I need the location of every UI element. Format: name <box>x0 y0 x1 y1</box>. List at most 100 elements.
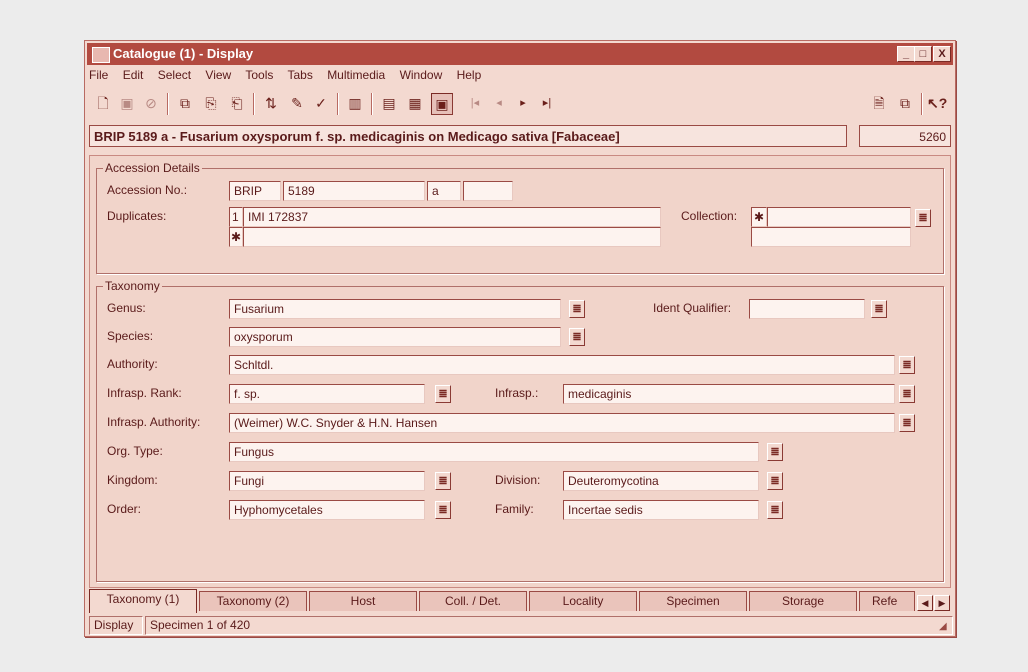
family-lookup-icon[interactable]: ≣ <box>767 501 783 519</box>
org-type-field[interactable]: Fungus <box>229 442 759 462</box>
close-button[interactable]: X <box>933 46 951 62</box>
duplicate-field-2[interactable] <box>243 227 661 247</box>
accession-legend: Accession Details <box>103 161 202 175</box>
accession-suffix-field[interactable]: a <box>427 181 461 201</box>
rank-lookup-icon[interactable]: ≣ <box>435 385 451 403</box>
menu-tabs[interactable]: Tabs <box>287 68 312 82</box>
order-field[interactable]: Hyphomycetales <box>229 500 425 520</box>
tab-scroll-left-icon[interactable]: ◀ <box>917 595 933 611</box>
infrasp-field[interactable]: medicaginis <box>563 384 895 404</box>
context-help-icon[interactable]: ↖? <box>927 93 947 113</box>
menu-select[interactable]: Select <box>158 68 191 82</box>
new-record-icon[interactable]: 🗋 <box>93 93 113 113</box>
org-type-lookup-icon[interactable]: ≣ <box>767 443 783 461</box>
copy-page-icon[interactable]: ⧉ <box>895 93 915 113</box>
accession-extra-field[interactable] <box>463 181 513 201</box>
menu-window[interactable]: Window <box>400 68 443 82</box>
accession-label: Accession No.: <box>107 183 188 197</box>
collection-lookup-icon[interactable]: ≣ <box>915 209 931 227</box>
status-position: Specimen 1 of 420 <box>145 616 953 635</box>
infrasp-lookup-icon[interactable]: ≣ <box>899 385 915 403</box>
tab-specimen[interactable]: Specimen <box>639 591 747 611</box>
authority-lookup-icon[interactable]: ≣ <box>899 356 915 374</box>
tab-taxonomy-2[interactable]: Taxonomy (2) <box>199 591 307 611</box>
edit-note-icon[interactable]: ✎ <box>287 93 307 113</box>
spellcheck-icon[interactable]: ✓ <box>311 93 331 113</box>
infrasp-rank-label: Infrasp. Rank: <box>107 386 182 400</box>
kingdom-label: Kingdom: <box>107 473 158 487</box>
menu-edit[interactable]: Edit <box>123 68 144 82</box>
tab-host[interactable]: Host <box>309 591 417 611</box>
infrasp-label: Infrasp.: <box>495 386 539 400</box>
cancel-icon[interactable]: ⊘ <box>141 93 161 113</box>
species-label: Species: <box>107 329 154 343</box>
collection-field-1[interactable] <box>767 207 911 227</box>
kingdom-lookup-icon[interactable]: ≣ <box>435 472 451 490</box>
division-lookup-icon[interactable]: ≣ <box>767 472 783 490</box>
tab-locality[interactable]: Locality <box>529 591 637 611</box>
ident-qualifier-field[interactable] <box>749 299 865 319</box>
tab-references[interactable]: Refe <box>859 591 915 611</box>
grid-view-icon[interactable]: ▦ <box>405 93 425 113</box>
page-view-icon[interactable]: ▣ <box>431 93 453 115</box>
division-field[interactable]: Deuteromycotina <box>563 471 759 491</box>
kingdom-field[interactable]: Fungi <box>229 471 425 491</box>
previous-record-icon[interactable]: ◂ <box>489 93 509 113</box>
record-header: BRIP 5189 a - Fusarium oxysporum f. sp. … <box>89 123 953 151</box>
record-count: 5260 <box>859 125 951 147</box>
genus-label: Genus: <box>107 301 146 315</box>
accession-prefix-field[interactable]: BRIP <box>229 181 281 201</box>
menu-help[interactable]: Help <box>457 68 482 82</box>
tab-taxonomy-1[interactable]: Taxonomy (1) <box>89 589 197 613</box>
menu-tools[interactable]: Tools <box>245 68 273 82</box>
menu-file[interactable]: File <box>89 68 108 82</box>
collection-new-marker: ✱ <box>751 207 767 227</box>
order-lookup-icon[interactable]: ≣ <box>435 501 451 519</box>
duplicate-new-marker: ✱ <box>229 227 243 247</box>
copy-record-icon[interactable]: ⎘ <box>201 93 221 113</box>
ident-lookup-icon[interactable]: ≣ <box>871 300 887 318</box>
first-view-icon[interactable]: ⧉ <box>175 93 195 113</box>
collection-field-2[interactable] <box>751 227 911 247</box>
sort-icon[interactable]: ⇅ <box>261 93 281 113</box>
family-label: Family: <box>495 502 534 516</box>
tab-storage[interactable]: Storage <box>749 591 857 611</box>
infrasp-authority-field[interactable]: (Weimer) W.C. Snyder & H.N. Hansen <box>229 413 895 433</box>
multimedia-icon[interactable]: ▥ <box>345 93 365 113</box>
taxonomy-group: Taxonomy Genus: Fusarium ≣ Ident Qualifi… <box>96 279 944 582</box>
species-lookup-icon[interactable]: ≣ <box>569 328 585 346</box>
last-record-icon[interactable]: ▸| <box>537 93 557 113</box>
toolbar-separator <box>253 93 255 115</box>
title-bar[interactable]: Catalogue (1) - Display _ □ X <box>87 43 953 65</box>
authority-field[interactable]: Schltdl. <box>229 355 895 375</box>
app-icon <box>92 47 110 63</box>
tab-coll-det[interactable]: Coll. / Det. <box>419 591 527 611</box>
toolbar-separator <box>371 93 373 115</box>
ident-qualifier-label: Ident Qualifier: <box>653 301 732 315</box>
genus-field[interactable]: Fusarium <box>229 299 561 319</box>
infrasp-rank-field[interactable]: f. sp. <box>229 384 425 404</box>
order-label: Order: <box>107 502 142 516</box>
menu-view[interactable]: View <box>205 68 231 82</box>
menu-multimedia[interactable]: Multimedia <box>327 68 385 82</box>
accession-number-field[interactable]: 5189 <box>283 181 425 201</box>
resize-grip-icon[interactable]: ◢ <box>939 621 951 633</box>
genus-lookup-icon[interactable]: ≣ <box>569 300 585 318</box>
species-field[interactable]: oxysporum <box>229 327 561 347</box>
duplicate-field-1[interactable]: IMI 172837 <box>243 207 661 227</box>
infrasp-authority-label: Infrasp. Authority: <box>107 415 201 429</box>
first-record-icon[interactable]: |◂ <box>465 93 485 113</box>
form-view-icon[interactable]: ▤ <box>379 93 399 113</box>
record-title: BRIP 5189 a - Fusarium oxysporum f. sp. … <box>89 125 847 147</box>
tab-scroll-right-icon[interactable]: ▶ <box>934 595 950 611</box>
family-field[interactable]: Incertae sedis <box>563 500 759 520</box>
taxonomy-legend: Taxonomy <box>103 279 162 293</box>
infrasp-authority-lookup-icon[interactable]: ≣ <box>899 414 915 432</box>
report-icon[interactable]: 🗎 <box>869 93 889 113</box>
toolbar-separator <box>921 93 923 115</box>
paste-record-icon[interactable]: ⎗ <box>227 93 247 113</box>
save-icon[interactable]: ▣ <box>117 93 137 113</box>
next-record-icon[interactable]: ▸ <box>513 93 533 113</box>
minimize-button[interactable]: _ <box>897 46 915 62</box>
maximize-button[interactable]: □ <box>914 46 932 62</box>
